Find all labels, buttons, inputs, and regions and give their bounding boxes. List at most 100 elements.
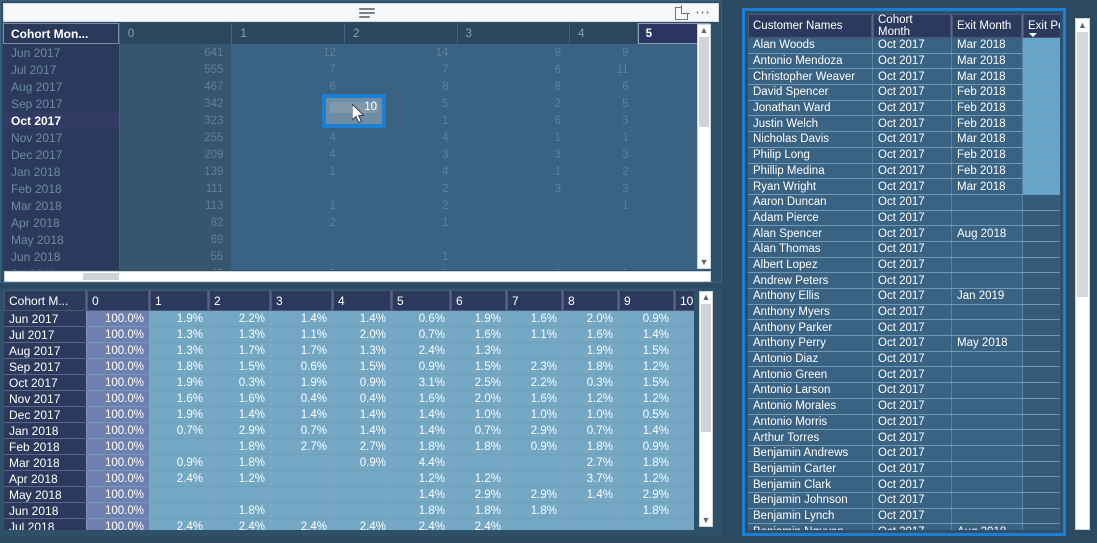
top-vertical-scrollbar[interactable]: ▲ ▼ xyxy=(697,24,711,269)
cell-exit-month-david-spencer[interactable]: Feb 2018 xyxy=(951,84,1023,101)
bottom-vscroll-thumb[interactable] xyxy=(701,304,711,432)
cell-jun-2017-p3[interactable]: 9 xyxy=(457,44,571,61)
pct-cell-jan-2018-p10[interactable]: 0.7% xyxy=(674,422,694,439)
pct-cell-jun-2018-p1[interactable] xyxy=(149,502,209,519)
pct-cell-oct-2017-p10[interactable]: 0.6% xyxy=(674,374,694,391)
pct-cell-feb-2018-p4[interactable]: 2.7% xyxy=(332,438,392,455)
table-row[interactable]: Anthony Perry Oct 2017 May 2018 xyxy=(748,335,1060,352)
pct-row-header-aug-2017[interactable]: Aug 2017 xyxy=(4,342,87,359)
pct-cell-jan-2018-p0[interactable]: 100.0% xyxy=(86,422,150,439)
column-header-cohort-month[interactable]: Cohort Mon... xyxy=(3,23,120,44)
pct-cell-aug-2017-p2[interactable]: 1.7% xyxy=(208,342,271,359)
cell-jan-2018-p4[interactable]: 2 xyxy=(569,163,638,180)
cell-jul-2018-p0[interactable]: 42 xyxy=(119,265,233,270)
pct-cell-may-2018-p0[interactable]: 100.0% xyxy=(86,486,150,503)
cell-exit-period-albert-lopez[interactable] xyxy=(1022,257,1060,274)
cell-cohort-month-anthony-parker[interactable]: Oct 2017 xyxy=(872,319,952,337)
table-row[interactable]: Albert Lopez Oct 2017 xyxy=(748,257,1060,274)
pct-cell-mar-2018-p7[interactable] xyxy=(506,454,563,471)
pct-cell-jan-2018-p1[interactable]: 0.7% xyxy=(149,422,209,439)
pct-cell-may-2018-p3[interactable] xyxy=(270,486,333,503)
table-row[interactable]: Phillip MedinaOct 2017Feb 20185 xyxy=(748,163,1060,180)
pct-cell-dec-2017-p4[interactable]: 1.4% xyxy=(332,406,392,423)
pct-cell-oct-2017-p3[interactable]: 1.9% xyxy=(270,374,333,391)
cell-cohort-month-christopher-weaver[interactable]: Oct 2017 xyxy=(872,68,952,86)
cell-jun-2018-p2[interactable]: 1 xyxy=(344,248,458,265)
pct-cell-jan-2018-p7[interactable]: 2.9% xyxy=(506,422,563,439)
pct-cell-jul-2017-p2[interactable]: 1.3% xyxy=(208,326,271,343)
table-row[interactable]: Benjamin Andrews Oct 2017 xyxy=(748,445,1060,462)
table-row[interactable]: Jan 2018139141221412122 xyxy=(3,163,710,180)
cell-customer-name-nicholas-davis[interactable]: Nicholas Davis xyxy=(748,131,873,148)
row-header-sep-2017[interactable]: Sep 2017 xyxy=(3,95,120,112)
cell-exit-month-ryan-wright[interactable]: Mar 2018 xyxy=(951,178,1023,195)
pct-row-header-jul-2017[interactable]: Jul 2017 xyxy=(4,326,87,343)
pct-cell-nov-2017-p5[interactable]: 1.6% xyxy=(391,390,451,407)
pct-cell-sep-2017-p1[interactable]: 1.8% xyxy=(149,358,209,375)
cell-jan-2018-p3[interactable]: 1 xyxy=(457,163,571,180)
column-header-1[interactable]: 1 xyxy=(231,23,345,44)
cell-cohort-month-adam-pierce[interactable]: Oct 2017 xyxy=(872,210,952,227)
table-row[interactable]: David SpencerOct 2017Feb 20185 xyxy=(748,84,1060,101)
pct-cell-jun-2017-p3[interactable]: 1.4% xyxy=(270,311,333,327)
pct-cell-sep-2017-p6[interactable]: 1.5% xyxy=(450,358,507,375)
pct-cell-apr-2018-p9[interactable]: 1.2% xyxy=(618,470,675,487)
cell-cohort-month-aaron-duncan[interactable]: Oct 2017 xyxy=(872,194,952,211)
cell-cohort-month-jonathan-ward[interactable]: Oct 2017 xyxy=(872,100,952,117)
cell-exit-month-antonio-larson[interactable] xyxy=(951,382,1023,399)
focus-mode-icon[interactable] xyxy=(675,7,688,20)
table-row[interactable]: Antonio MendozaOct 2017Mar 20185 xyxy=(748,53,1060,70)
cell-exit-month-antonio-morris[interactable] xyxy=(951,414,1023,431)
row-header-mar-2018[interactable]: Mar 2018 xyxy=(3,197,120,214)
pct-cell-jul-2017-p10[interactable]: 1.6% xyxy=(674,326,694,343)
pct-cell-nov-2017-p2[interactable]: 1.6% xyxy=(208,390,271,407)
pct-cell-nov-2017-p8[interactable]: 1.2% xyxy=(562,390,619,407)
pct-cell-jul-2017-p4[interactable]: 2.0% xyxy=(332,326,392,343)
cell-exit-period-phillip-medina[interactable]: 5 xyxy=(1022,163,1060,180)
cell-customer-name-albert-lopez[interactable]: Albert Lopez xyxy=(748,257,873,274)
pct-cell-sep-2017-p4[interactable]: 1.5% xyxy=(332,358,392,375)
cell-exit-month-aaron-duncan[interactable] xyxy=(951,194,1023,211)
cell-apr-2018-p2[interactable]: 1 xyxy=(344,214,458,231)
cell-cohort-month-antonio-morales[interactable]: Oct 2017 xyxy=(872,398,952,415)
table-row[interactable]: Arthur Torres Oct 2017 xyxy=(748,429,1060,446)
cell-customer-name-benjamin-carter[interactable]: Benjamin Carter xyxy=(748,461,873,478)
pct-column-header-2[interactable]: 2 xyxy=(208,290,271,311)
cell-cohort-month-ryan-wright[interactable]: Oct 2017 xyxy=(872,178,952,195)
cell-exit-month-albert-lopez[interactable] xyxy=(951,257,1023,274)
cell-cohort-month-benjamin-carter[interactable]: Oct 2017 xyxy=(872,461,952,478)
pct-cell-jul-2017-p3[interactable]: 1.1% xyxy=(270,326,333,343)
cell-nov-2017-p3[interactable]: 1 xyxy=(457,129,571,146)
cell-jun-2018-p0[interactable]: 55 xyxy=(119,248,233,265)
cell-cohort-month-benjamin-lynch[interactable]: Oct 2017 xyxy=(872,508,952,525)
cell-customer-name-benjamin-clark[interactable]: Benjamin Clark xyxy=(748,476,873,493)
cell-exit-period-benjamin-andrews[interactable] xyxy=(1022,445,1060,462)
pct-cell-sep-2017-p7[interactable]: 2.3% xyxy=(506,358,563,375)
cell-jun-2017-p4[interactable]: 9 xyxy=(569,44,638,61)
table-row[interactable]: Nicholas DavisOct 2017Mar 20185 xyxy=(748,131,1060,148)
cell-feb-2018-p4[interactable]: 3 xyxy=(569,180,638,197)
cell-jan-2018-p0[interactable]: 139 xyxy=(119,163,233,180)
cell-mar-2018-p2[interactable]: 2 xyxy=(344,197,458,214)
cell-exit-period-antonio-green[interactable] xyxy=(1022,366,1060,384)
pct-cell-oct-2017-p2[interactable]: 0.3% xyxy=(208,374,271,391)
table-row[interactable]: Jul 2018 100.0% 2.4% 2.4% 2.4% 2.4% 2.4% 2.4% xyxy=(4,518,694,530)
pct-column-header-8[interactable]: 8 xyxy=(562,290,619,311)
table-row[interactable]: Nov 2017 100.0% 1.6% 1.6% 0.4% 0.4% 1.6% 2.0% 1.… xyxy=(4,390,694,407)
table-row[interactable]: Jul 2017 100.0% 1.3% 1.3% 1.1% 2.0% 0.7% 1.6% 1.… xyxy=(4,326,694,343)
cell-exit-period-antonio-morales[interactable] xyxy=(1022,398,1060,415)
table-row[interactable]: Jul 20175557761149698977 xyxy=(3,61,710,78)
scroll-up-arrow-icon[interactable]: ▲ xyxy=(1076,19,1089,31)
pct-cell-jun-2018-p5[interactable]: 1.8% xyxy=(391,502,451,519)
pct-cell-jun-2018-p6[interactable]: 1.8% xyxy=(450,502,507,519)
cell-exit-month-adam-pierce[interactable] xyxy=(951,210,1023,227)
more-options-ellipsis-icon[interactable]: ⋯ xyxy=(695,5,711,20)
top-horizontal-scrollbar[interactable] xyxy=(4,271,711,282)
pct-cell-may-2018-p1[interactable] xyxy=(149,486,209,503)
cell-cohort-month-phillip-medina[interactable]: Oct 2017 xyxy=(872,163,952,180)
pct-cell-sep-2017-p9[interactable]: 1.2% xyxy=(618,358,675,375)
pct-cell-dec-2017-p5[interactable]: 1.4% xyxy=(391,406,451,423)
table-row[interactable]: Feb 20181112332212123 xyxy=(3,180,710,197)
pct-cell-apr-2018-p0[interactable]: 100.0% xyxy=(86,470,150,487)
table-row[interactable]: Sep 2017 100.0% 1.8% 1.5% 0.6% 1.5% 0.9% 1.5% 2.… xyxy=(4,358,694,375)
